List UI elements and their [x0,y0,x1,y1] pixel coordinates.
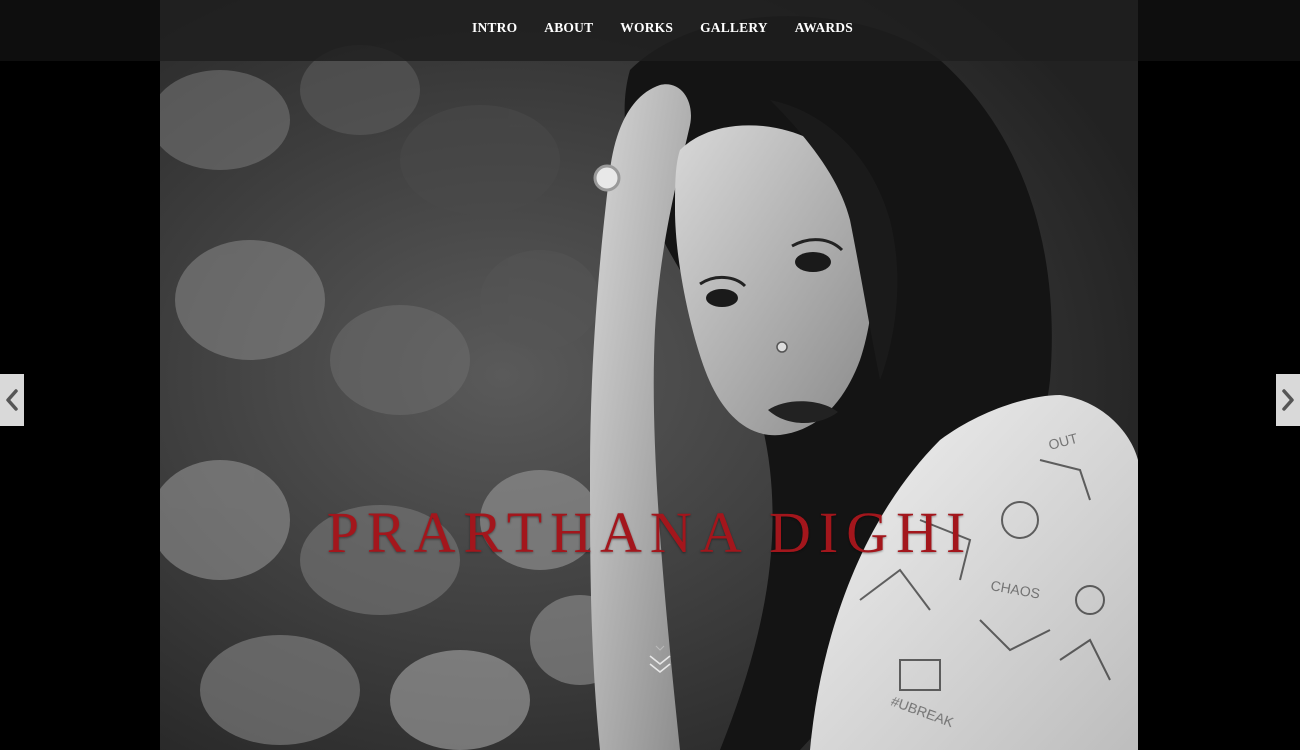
nav-item-awards[interactable]: AWARDS [795,20,853,36]
main-nav: INTRO ABOUT WORKS GALLERY AWARDS [0,20,1300,36]
hero-title: PRARTHANA DIGHI [326,499,974,565]
nav-item-works[interactable]: WORKS [620,20,673,36]
chevron-left-icon [5,388,19,412]
next-slide-button[interactable] [1276,374,1300,426]
hero-photo: #UBREAK OUT CHAOS [160,0,1138,750]
prev-slide-button[interactable] [0,374,24,426]
scroll-down-button[interactable] [648,640,672,678]
nav-item-about[interactable]: ABOUT [544,20,593,36]
nav-item-intro[interactable]: INTRO [472,20,517,36]
double-chevron-down-icon [648,645,672,682]
chevron-right-icon [1281,388,1295,412]
nav-item-gallery[interactable]: GALLERY [700,20,768,36]
